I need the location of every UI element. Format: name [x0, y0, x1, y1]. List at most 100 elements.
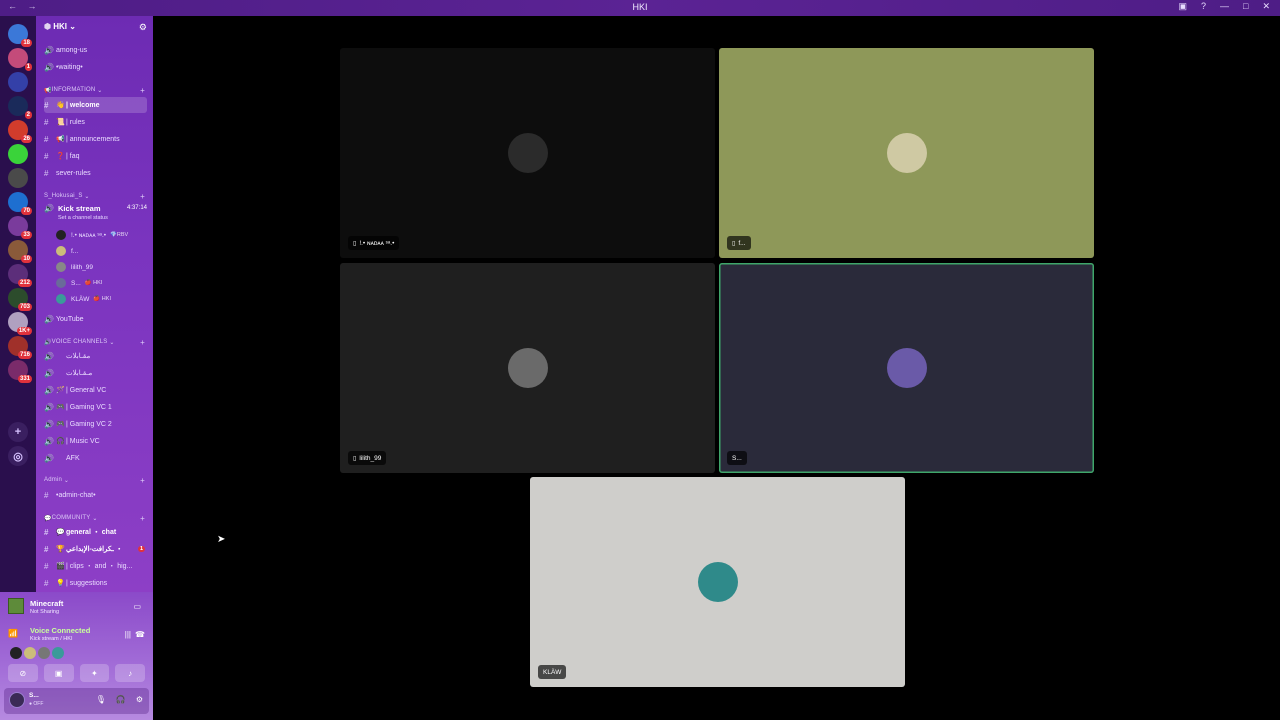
add-server-icon[interactable]: + — [8, 422, 28, 442]
channel-suggestions[interactable]: # 💡 | suggestions — [44, 575, 147, 591]
hash-icon: # — [44, 117, 49, 127]
voice-channel[interactable]: 🔊 🎮 | Gaming VC 1 — [44, 399, 147, 415]
server-icon[interactable]: 2 — [8, 96, 32, 119]
video-tile[interactable]: ▯ !.• ɴᴀᴅᴀᴀ ˢᵃ.• — [340, 48, 715, 258]
channel-sever-rules[interactable]: # sever-rules — [44, 165, 147, 181]
speaker-icon: 🔊 — [44, 339, 52, 346]
gear-icon[interactable]: ⚙ — [136, 695, 143, 704]
unread-badge: 331 — [17, 375, 32, 383]
activities-icon[interactable]: ✦ — [79, 664, 110, 682]
speaker-icon: 🔊 — [44, 385, 54, 395]
add-channel-icon[interactable]: + — [140, 192, 145, 201]
help-icon[interactable]: ? — [1201, 1, 1206, 12]
voice-user[interactable]: !.• ɴᴀᴅᴀᴀ ˢᵃ.• 💎RBV — [56, 228, 149, 242]
avatar[interactable] — [9, 692, 25, 708]
camera-off-icon[interactable]: ⊘ — [8, 664, 38, 682]
add-channel-icon[interactable]: + — [140, 338, 145, 347]
microphone-icon[interactable]: 🎙 — [96, 695, 106, 704]
add-member-icon[interactable]: ⚙ — [139, 22, 147, 33]
server-name[interactable]: ⬢ HKI ⌄ — [44, 22, 76, 31]
unread-badge: 212 — [17, 279, 32, 287]
category-admin[interactable]: Admin ⌄ + — [44, 474, 147, 486]
window-controls: ▣ ? — □ ✕ — [1178, 1, 1270, 12]
server-icon[interactable]: 26 — [8, 120, 32, 143]
channel-faq[interactable]: # ❓ | faq — [44, 148, 147, 164]
server-icon[interactable] — [8, 168, 28, 188]
noise-suppression-icon[interactable]: ||| — [125, 630, 131, 639]
voice-user[interactable]: KLÄW 🍎 HKI — [56, 292, 149, 306]
server-icon[interactable]: 212 — [8, 264, 32, 287]
close-icon[interactable]: ✕ — [1262, 1, 1270, 12]
channel-minecraft-creative[interactable]: # 🏆 ـكرافت-الإبداعي ・ 1 — [44, 541, 147, 557]
video-tile[interactable]: ▯ f... — [719, 48, 1094, 258]
avatar — [56, 294, 66, 304]
voice-user[interactable]: S... 🍎 HKI — [56, 276, 149, 290]
server-icon[interactable]: 1K+ — [8, 312, 32, 335]
channel-clips[interactable]: # 🎬 | clips ・ and ・ hig... — [44, 558, 147, 574]
hash-icon: # — [44, 527, 49, 537]
screen-share-icon[interactable]: ▭ — [133, 602, 141, 611]
voice-user[interactable]: lilith_99 — [56, 260, 149, 274]
server-icon[interactable]: 703 — [8, 288, 32, 311]
set-status-link[interactable]: Set a channel status — [58, 215, 108, 221]
folder-icon[interactable] — [8, 72, 28, 92]
video-tile[interactable]: S... — [719, 263, 1094, 473]
category-voice-channels[interactable]: 🔊 VOICE CHANNELS ⌄ + — [44, 336, 147, 348]
voice-channel[interactable]: 🔊 مـقـابلات — [44, 365, 147, 381]
channel-rules[interactable]: # 📜 | rules — [44, 114, 147, 130]
server-icon[interactable]: 70 — [8, 192, 32, 215]
avatar — [507, 348, 548, 388]
voice-channel[interactable]: 🔊 AFK — [44, 450, 147, 466]
speaker-icon: 🔊 — [44, 62, 54, 72]
server-icon[interactable]: 10 — [8, 240, 32, 263]
hash-icon: # — [44, 134, 49, 144]
voice-channel[interactable]: 🔊 🎮 | Gaming VC 2 — [44, 416, 147, 432]
add-channel-icon[interactable]: + — [140, 86, 145, 95]
voice-user[interactable]: f... — [56, 244, 149, 258]
add-channel-icon[interactable]: + — [140, 514, 145, 523]
unread-badge: 70 — [21, 207, 32, 215]
channel-welcome[interactable]: # 👋 | welcome — [44, 97, 147, 113]
server-icon[interactable]: 33 — [8, 216, 32, 239]
voice-channel[interactable]: 🔊 مقـابلات — [44, 348, 147, 364]
channel-general-chat[interactable]: # 💬 general ・ chat — [44, 524, 147, 540]
server-icon[interactable]: 1 — [8, 48, 32, 71]
soundboard-icon[interactable]: ♪ — [115, 664, 145, 682]
voice-connection-status: 📶 Voice Connected Kick stream / HKI ||| … — [8, 626, 145, 642]
voice-channel-kick-stream[interactable]: 🔊 Kick stream 4:37:14 Set a channel stat… — [44, 202, 149, 226]
hash-icon: # — [44, 100, 49, 110]
screen-share-icon[interactable]: ▣ — [43, 664, 74, 682]
server-icon[interactable] — [8, 144, 28, 164]
inbox-icon[interactable]: ▣ — [1178, 1, 1187, 12]
disconnect-icon[interactable]: ☎ — [135, 630, 145, 639]
speaker-icon: 🔊 — [44, 45, 54, 55]
avatar — [56, 262, 66, 272]
user-avatar-icon[interactable]: 18 — [8, 24, 32, 47]
voice-channel[interactable]: 🔊 🪄 | General VC — [44, 382, 147, 398]
channel-youtube[interactable]: 🔊 YouTube — [44, 311, 147, 327]
video-tile[interactable]: ▯ lilith_99 — [340, 263, 715, 473]
channel-announcements[interactable]: # 📢 | announcements — [44, 131, 147, 147]
category-information[interactable]: 📢 INFORMATION ⌄ + — [44, 84, 147, 96]
chat-bubble-icon: 💬 — [44, 515, 52, 522]
minimize-icon[interactable]: — — [1220, 1, 1229, 12]
channel-among-us[interactable]: 🔊 among-us — [44, 42, 147, 58]
voice-channel[interactable]: 🔊 🎧 | Music VC — [44, 433, 147, 449]
channel-waiting[interactable]: 🔊 •waiting• — [44, 59, 147, 75]
channel-admin-chat[interactable]: # •admin-chat• — [44, 487, 147, 503]
add-channel-icon[interactable]: + — [140, 476, 145, 485]
maximize-icon[interactable]: □ — [1243, 1, 1248, 12]
category-community[interactable]: 💬 COMMUNITY ⌄ + — [44, 512, 147, 524]
participant-label: ▯ lilith_99 — [348, 451, 387, 465]
server-icon[interactable]: 331 — [8, 360, 32, 383]
video-tile[interactable]: KLÄW — [530, 477, 905, 687]
category-hokusai[interactable]: S_Hokusai_S ⌄ + — [44, 190, 147, 202]
avatar — [507, 133, 548, 173]
voice-participants — [10, 647, 64, 659]
participant-label: ▯ !.• ɴᴀᴅᴀᴀ ˢᵃ.• — [348, 236, 400, 250]
headphones-icon[interactable]: 🎧 — [116, 695, 126, 704]
server-icon[interactable]: 716 — [8, 336, 32, 359]
explore-icon[interactable]: ◎ — [8, 446, 28, 466]
avatar — [56, 278, 66, 288]
hash-icon: # — [44, 544, 49, 554]
